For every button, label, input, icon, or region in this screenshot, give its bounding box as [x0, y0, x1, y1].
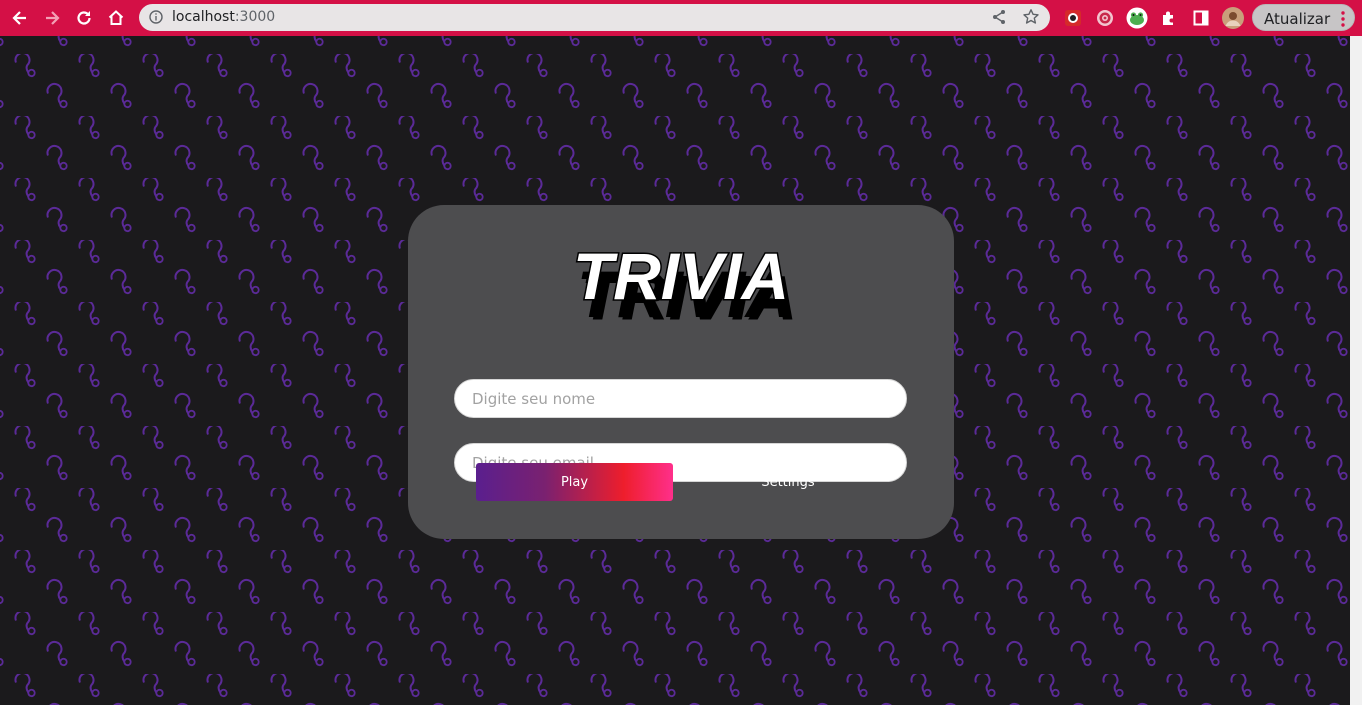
address-bar[interactable]: localhost:3000: [139, 4, 1050, 31]
scrollbar[interactable]: [1350, 36, 1362, 705]
reload-icon[interactable]: [72, 6, 96, 30]
name-input[interactable]: [454, 379, 907, 418]
url-port: :3000: [234, 9, 276, 25]
share-icon[interactable]: [991, 9, 1007, 30]
back-icon[interactable]: [8, 6, 32, 30]
url-host: localhost: [172, 9, 235, 25]
url-text: localhost:3000: [172, 9, 275, 25]
extension-badge-icon[interactable]: [1062, 7, 1084, 29]
extension-frog-icon[interactable]: [1126, 7, 1148, 29]
login-card: TRIVIA TRIVIA TRIVIA Play Settings: [408, 205, 954, 539]
bookmark-star-icon[interactable]: [1022, 8, 1040, 31]
play-button[interactable]: Play: [476, 463, 673, 501]
home-icon[interactable]: [104, 6, 128, 30]
trivia-logo: TRIVIA TRIVIA TRIVIA: [571, 241, 797, 327]
site-info-icon[interactable]: [149, 10, 163, 29]
extension-target-icon[interactable]: [1094, 7, 1116, 29]
menu-dots-icon[interactable]: [1341, 11, 1345, 27]
side-panel-icon[interactable]: [1190, 7, 1212, 29]
extensions-puzzle-icon[interactable]: [1158, 7, 1180, 29]
svg-text:TRIVIA: TRIVIA: [573, 241, 789, 313]
settings-button[interactable]: Settings: [718, 463, 858, 501]
page-viewport: TRIVIA TRIVIA TRIVIA Play Settings: [0, 36, 1350, 705]
update-button[interactable]: Atualizar: [1252, 4, 1355, 31]
forward-icon[interactable]: [40, 6, 64, 30]
browser-toolbar: localhost:3000 Atualizar: [0, 0, 1362, 36]
update-label: Atualizar: [1264, 10, 1331, 28]
profile-avatar-icon[interactable]: [1222, 7, 1244, 29]
